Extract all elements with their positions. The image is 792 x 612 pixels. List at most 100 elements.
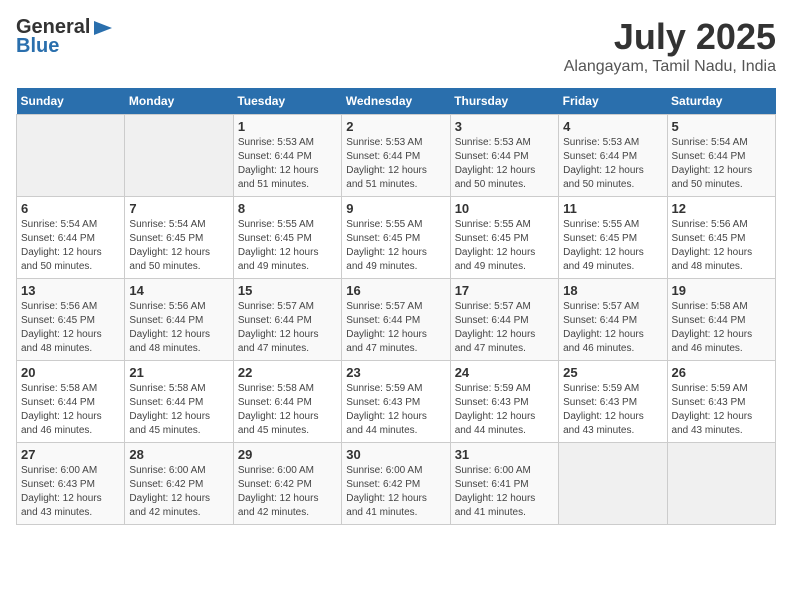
calendar-table: SundayMondayTuesdayWednesdayThursdayFrid… [16, 88, 776, 525]
weekday-header-row: SundayMondayTuesdayWednesdayThursdayFrid… [17, 88, 776, 115]
day-number: 13 [21, 283, 120, 298]
cell-sun-info: Sunrise: 5:53 AM Sunset: 6:44 PM Dayligh… [563, 136, 662, 192]
calendar-cell: 29Sunrise: 6:00 AM Sunset: 6:42 PM Dayli… [233, 443, 341, 525]
calendar-location: Alangayam, Tamil Nadu, India [564, 58, 776, 76]
calendar-week-3: 13 Sunrise: 5:56 AM Sunset: 6:45 PM Dayli… [17, 279, 776, 361]
title-block: July 2025 Alangayam, Tamil Nadu, India [564, 16, 776, 76]
logo: General Blue [16, 16, 114, 58]
cell-sun-info: Sunrise: 6:00 AM Sunset: 6:42 PM Dayligh… [346, 464, 445, 520]
day-number: 6 [21, 201, 120, 216]
day-number: 4 [563, 119, 662, 134]
day-number: 9 [346, 201, 445, 216]
cell-sun-info: Sunrise: 5:54 AM Sunset: 6:44 PM Dayligh… [672, 136, 771, 192]
cell-sun-info: Sunrise: 5:58 AM Sunset: 6:44 PM Dayligh… [672, 300, 771, 356]
calendar-cell: 1Sunrise: 5:53 AM Sunset: 6:44 PM Daylig… [233, 115, 341, 197]
cell-sun-info: Sunrise: 6:00 AM Sunset: 6:43 PM Dayligh… [21, 464, 120, 520]
cell-sun-info: Sunrise: 5:56 AM Sunset: 6:44 PM Dayligh… [129, 300, 228, 356]
calendar-cell: 31 Sunrise: 6:00 AM Sunset: 6:41 PM Dayli… [450, 443, 558, 525]
day-number: 12 [672, 201, 771, 216]
cell-sun-info: Sunrise: 6:00 AM Sunset: 6:41 PM Dayligh… [455, 464, 554, 520]
cell-sun-info: Sunrise: 5:55 AM Sunset: 6:45 PM Dayligh… [563, 218, 662, 274]
calendar-title: July 2025 [564, 16, 776, 58]
day-number: 22 [238, 365, 337, 380]
day-number: 19 [672, 283, 771, 298]
day-number: 8 [238, 201, 337, 216]
cell-sun-info: Sunrise: 5:57 AM Sunset: 6:44 PM Dayligh… [563, 300, 662, 356]
calendar-cell: 19 Sunrise: 5:58 AM Sunset: 6:44 PM Dayli… [667, 279, 775, 361]
day-number: 23 [346, 365, 445, 380]
page-header: General Blue July 2025 Alangayam, Tamil … [16, 16, 776, 76]
calendar-cell [559, 443, 667, 525]
weekday-wednesday: Wednesday [342, 88, 450, 115]
calendar-cell: 20Sunrise: 5:58 AM Sunset: 6:44 PM Dayli… [17, 361, 125, 443]
cell-sun-info: Sunrise: 5:54 AM Sunset: 6:45 PM Dayligh… [129, 218, 228, 274]
weekday-sunday: Sunday [17, 88, 125, 115]
calendar-cell: 5Sunrise: 5:54 AM Sunset: 6:44 PM Daylig… [667, 115, 775, 197]
calendar-cell: 27Sunrise: 6:00 AM Sunset: 6:43 PM Dayli… [17, 443, 125, 525]
day-number: 18 [563, 283, 662, 298]
day-number: 17 [455, 283, 554, 298]
cell-sun-info: Sunrise: 5:53 AM Sunset: 6:44 PM Dayligh… [455, 136, 554, 192]
calendar-cell: 21 Sunrise: 5:58 AM Sunset: 6:44 PM Dayli… [125, 361, 233, 443]
calendar-cell: 25 Sunrise: 5:59 AM Sunset: 6:43 PM Dayli… [559, 361, 667, 443]
calendar-cell: 2 Sunrise: 5:53 AM Sunset: 6:44 PM Daylig… [342, 115, 450, 197]
day-number: 25 [563, 365, 662, 380]
day-number: 21 [129, 365, 228, 380]
cell-sun-info: Sunrise: 5:57 AM Sunset: 6:44 PM Dayligh… [238, 300, 337, 356]
cell-sun-info: Sunrise: 6:00 AM Sunset: 6:42 PM Dayligh… [129, 464, 228, 520]
calendar-cell: 3Sunrise: 5:53 AM Sunset: 6:44 PM Daylig… [450, 115, 558, 197]
calendar-cell: 22 Sunrise: 5:58 AM Sunset: 6:44 PM Dayli… [233, 361, 341, 443]
weekday-friday: Friday [559, 88, 667, 115]
cell-sun-info: Sunrise: 5:58 AM Sunset: 6:44 PM Dayligh… [129, 382, 228, 438]
cell-sun-info: Sunrise: 5:55 AM Sunset: 6:45 PM Dayligh… [238, 218, 337, 274]
day-number: 29 [238, 447, 337, 462]
calendar-cell: 13 Sunrise: 5:56 AM Sunset: 6:45 PM Dayli… [17, 279, 125, 361]
cell-sun-info: Sunrise: 5:56 AM Sunset: 6:45 PM Dayligh… [672, 218, 771, 274]
calendar-cell: 15Sunrise: 5:57 AM Sunset: 6:44 PM Dayli… [233, 279, 341, 361]
calendar-cell: 24Sunrise: 5:59 AM Sunset: 6:43 PM Dayli… [450, 361, 558, 443]
day-number: 14 [129, 283, 228, 298]
calendar-cell: 23 Sunrise: 5:59 AM Sunset: 6:43 PM Dayli… [342, 361, 450, 443]
day-number: 28 [129, 447, 228, 462]
day-number: 7 [129, 201, 228, 216]
day-number: 30 [346, 447, 445, 462]
cell-sun-info: Sunrise: 5:54 AM Sunset: 6:44 PM Dayligh… [21, 218, 120, 274]
cell-sun-info: Sunrise: 5:56 AM Sunset: 6:45 PM Dayligh… [21, 300, 120, 356]
calendar-cell: 4 Sunrise: 5:53 AM Sunset: 6:44 PM Daylig… [559, 115, 667, 197]
cell-sun-info: Sunrise: 5:55 AM Sunset: 6:45 PM Dayligh… [346, 218, 445, 274]
logo-blue: Blue [16, 35, 59, 58]
calendar-cell: 30 Sunrise: 6:00 AM Sunset: 6:42 PM Dayli… [342, 443, 450, 525]
cell-sun-info: Sunrise: 5:59 AM Sunset: 6:43 PM Dayligh… [672, 382, 771, 438]
calendar-cell: 12 Sunrise: 5:56 AM Sunset: 6:45 PM Dayli… [667, 197, 775, 279]
calendar-cell [17, 115, 125, 197]
calendar-cell [667, 443, 775, 525]
calendar-cell: 18 Sunrise: 5:57 AM Sunset: 6:44 PM Dayli… [559, 279, 667, 361]
day-number: 31 [455, 447, 554, 462]
day-number: 16 [346, 283, 445, 298]
cell-sun-info: Sunrise: 5:53 AM Sunset: 6:44 PM Dayligh… [346, 136, 445, 192]
cell-sun-info: Sunrise: 5:59 AM Sunset: 6:43 PM Dayligh… [455, 382, 554, 438]
calendar-cell: 14 Sunrise: 5:56 AM Sunset: 6:44 PM Dayli… [125, 279, 233, 361]
calendar-cell: 26 Sunrise: 5:59 AM Sunset: 6:43 PM Dayli… [667, 361, 775, 443]
calendar-cell: 7 Sunrise: 5:54 AM Sunset: 6:45 PM Daylig… [125, 197, 233, 279]
calendar-cell: 6 Sunrise: 5:54 AM Sunset: 6:44 PM Daylig… [17, 197, 125, 279]
cell-sun-info: Sunrise: 5:57 AM Sunset: 6:44 PM Dayligh… [346, 300, 445, 356]
calendar-week-1: 1Sunrise: 5:53 AM Sunset: 6:44 PM Daylig… [17, 115, 776, 197]
calendar-cell: 11 Sunrise: 5:55 AM Sunset: 6:45 PM Dayli… [559, 197, 667, 279]
day-number: 26 [672, 365, 771, 380]
cell-sun-info: Sunrise: 5:59 AM Sunset: 6:43 PM Dayligh… [563, 382, 662, 438]
cell-sun-info: Sunrise: 5:55 AM Sunset: 6:45 PM Dayligh… [455, 218, 554, 274]
calendar-cell: 16 Sunrise: 5:57 AM Sunset: 6:44 PM Dayli… [342, 279, 450, 361]
cell-sun-info: Sunrise: 5:59 AM Sunset: 6:43 PM Dayligh… [346, 382, 445, 438]
weekday-thursday: Thursday [450, 88, 558, 115]
day-number: 11 [563, 201, 662, 216]
calendar-cell: 28 Sunrise: 6:00 AM Sunset: 6:42 PM Dayli… [125, 443, 233, 525]
calendar-week-4: 20Sunrise: 5:58 AM Sunset: 6:44 PM Dayli… [17, 361, 776, 443]
day-number: 2 [346, 119, 445, 134]
cell-sun-info: Sunrise: 5:57 AM Sunset: 6:44 PM Dayligh… [455, 300, 554, 356]
cell-sun-info: Sunrise: 5:58 AM Sunset: 6:44 PM Dayligh… [238, 382, 337, 438]
calendar-week-2: 6 Sunrise: 5:54 AM Sunset: 6:44 PM Daylig… [17, 197, 776, 279]
calendar-cell: 10Sunrise: 5:55 AM Sunset: 6:45 PM Dayli… [450, 197, 558, 279]
calendar-cell: 8 Sunrise: 5:55 AM Sunset: 6:45 PM Daylig… [233, 197, 341, 279]
calendar-week-5: 27Sunrise: 6:00 AM Sunset: 6:43 PM Dayli… [17, 443, 776, 525]
